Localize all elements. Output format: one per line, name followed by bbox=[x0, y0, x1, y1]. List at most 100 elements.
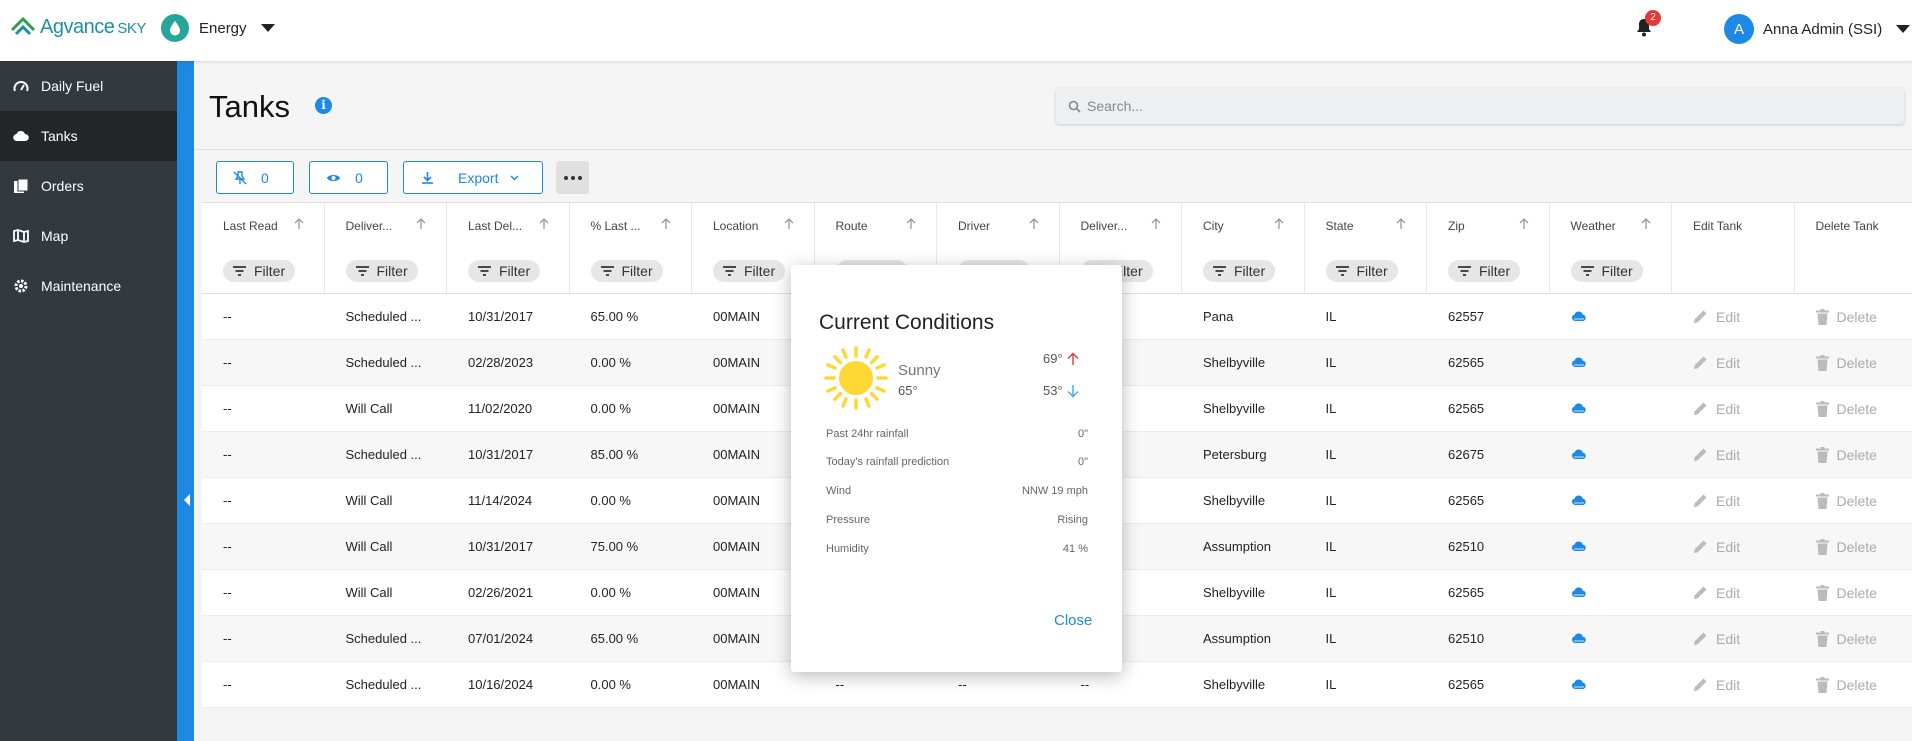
weather-cloud-icon[interactable] bbox=[1571, 633, 1587, 644]
edit-label: Edit bbox=[1716, 676, 1741, 693]
cell-delivery: Scheduled ... bbox=[345, 631, 422, 646]
weather-cloud-icon[interactable] bbox=[1571, 403, 1587, 414]
cell-last-del: 07/01/2024 bbox=[468, 631, 534, 646]
sort-arrow-icon[interactable] bbox=[1641, 218, 1651, 230]
sidebar-item-maintenance[interactable]: Maintenance bbox=[0, 261, 177, 311]
edit-button[interactable]: Edit bbox=[1693, 309, 1740, 325]
more-options-button[interactable] bbox=[556, 161, 589, 194]
filter-button[interactable]: Filter bbox=[1325, 259, 1398, 282]
edit-button[interactable]: Edit bbox=[1693, 401, 1740, 417]
search-box[interactable] bbox=[1056, 88, 1904, 124]
column-header[interactable]: City bbox=[1182, 203, 1305, 248]
sort-arrow-icon[interactable] bbox=[906, 218, 916, 230]
filter-button[interactable]: Filter bbox=[1203, 259, 1276, 282]
app-switcher[interactable]: Energy bbox=[161, 14, 275, 42]
pinned-columns-button[interactable]: 0 bbox=[216, 161, 294, 194]
cell-edit: Edit bbox=[1672, 616, 1795, 661]
column-header[interactable]: Location bbox=[692, 203, 815, 248]
weather-cloud-icon[interactable] bbox=[1571, 679, 1587, 690]
column-header[interactable]: State bbox=[1305, 203, 1427, 248]
sidebar-item-tanks[interactable]: Tanks bbox=[0, 111, 177, 161]
sidebar-item-orders[interactable]: Orders bbox=[0, 161, 177, 211]
delete-button[interactable]: Delete bbox=[1815, 676, 1877, 693]
edit-button[interactable]: Edit bbox=[1693, 355, 1740, 371]
column-header[interactable]: Route bbox=[815, 203, 937, 248]
filter-label: Filter bbox=[254, 262, 286, 279]
column-header[interactable]: Edit Tank bbox=[1672, 203, 1795, 248]
pencil-icon bbox=[1694, 310, 1707, 323]
delete-label: Delete bbox=[1836, 446, 1877, 463]
filter-button[interactable]: Filter bbox=[468, 259, 541, 282]
weather-cloud-icon[interactable] bbox=[1571, 357, 1587, 368]
column-header[interactable]: Deliver... bbox=[325, 203, 447, 248]
filter-button[interactable]: Filter bbox=[713, 259, 786, 282]
delete-button[interactable]: Delete bbox=[1815, 446, 1877, 463]
filter-button[interactable]: Filter bbox=[1570, 259, 1643, 282]
column-header[interactable]: Driver bbox=[937, 203, 1060, 248]
column-header-label: Location bbox=[713, 218, 759, 233]
column-filter-cell: Filter bbox=[1550, 248, 1672, 293]
edit-button[interactable]: Edit bbox=[1693, 539, 1740, 555]
export-button[interactable]: Export bbox=[403, 161, 543, 194]
cell-delete: Delete bbox=[1795, 386, 1912, 431]
filter-icon bbox=[355, 265, 369, 276]
cell-pct: 85.00 % bbox=[590, 447, 639, 462]
column-header[interactable]: Weather bbox=[1550, 203, 1672, 248]
cell-zip: 62565 bbox=[1448, 401, 1485, 416]
user-menu[interactable]: A Anna Admin (SSI) bbox=[1724, 14, 1911, 44]
column-header[interactable]: Last Read bbox=[202, 203, 325, 248]
sidebar-collapse-rail[interactable] bbox=[177, 61, 194, 741]
visible-columns-button[interactable]: 0 bbox=[309, 161, 388, 194]
edit-button[interactable]: Edit bbox=[1693, 585, 1740, 601]
cell-edit: Edit bbox=[1672, 524, 1795, 569]
cell-state: IL bbox=[1325, 631, 1337, 646]
edit-button[interactable]: Edit bbox=[1693, 493, 1740, 509]
column-header[interactable]: Zip bbox=[1427, 203, 1550, 248]
sort-arrow-icon[interactable] bbox=[784, 218, 794, 230]
cell-delivery: Will Call bbox=[345, 401, 393, 416]
column-header[interactable]: Delete Tank bbox=[1795, 203, 1912, 248]
brand-logo[interactable]: Agvance SKY bbox=[10, 14, 146, 40]
sort-arrow-icon[interactable] bbox=[1274, 218, 1284, 230]
delete-button[interactable]: Delete bbox=[1815, 538, 1877, 555]
edit-button[interactable]: Edit bbox=[1693, 677, 1740, 693]
column-header[interactable]: % Last ... bbox=[570, 203, 692, 248]
weather-cloud-icon[interactable] bbox=[1571, 541, 1587, 552]
edit-button[interactable]: Edit bbox=[1693, 447, 1740, 463]
sidebar-item-daily-fuel[interactable]: Daily Fuel bbox=[0, 61, 177, 111]
delete-button[interactable]: Delete bbox=[1815, 492, 1877, 509]
sort-arrow-icon[interactable] bbox=[1519, 218, 1529, 230]
filter-button[interactable]: Filter bbox=[345, 259, 418, 282]
weather-cloud-icon[interactable] bbox=[1571, 449, 1587, 460]
close-button[interactable]: Close bbox=[1054, 612, 1092, 629]
delete-button[interactable]: Delete bbox=[1815, 584, 1877, 601]
filter-button[interactable]: Filter bbox=[1448, 259, 1521, 282]
sort-arrow-icon[interactable] bbox=[294, 218, 304, 230]
sort-arrow-icon[interactable] bbox=[416, 218, 426, 230]
search-input[interactable] bbox=[1087, 98, 1867, 114]
info-icon[interactable]: i bbox=[315, 97, 332, 114]
filter-icon bbox=[478, 265, 491, 276]
filter-button[interactable]: Filter bbox=[223, 259, 296, 282]
sort-arrow-icon[interactable] bbox=[1029, 218, 1039, 230]
sort-arrow-icon[interactable] bbox=[1151, 218, 1161, 230]
weather-cloud-icon[interactable] bbox=[1571, 311, 1587, 322]
sidebar-item-map[interactable]: Map bbox=[0, 211, 177, 261]
sort-arrow-icon[interactable] bbox=[539, 218, 549, 230]
sort-arrow-icon[interactable] bbox=[661, 218, 671, 230]
delete-button[interactable]: Delete bbox=[1815, 308, 1877, 325]
weather-cloud-icon[interactable] bbox=[1571, 587, 1587, 598]
filter-button[interactable]: Filter bbox=[590, 259, 663, 282]
column-header[interactable]: Deliver... bbox=[1060, 203, 1182, 248]
sort-arrow-icon[interactable] bbox=[1396, 218, 1406, 230]
delete-button[interactable]: Delete bbox=[1815, 400, 1877, 417]
delete-button[interactable]: Delete bbox=[1815, 630, 1877, 647]
delete-button[interactable]: Delete bbox=[1815, 354, 1877, 371]
collapse-arrow-icon[interactable] bbox=[184, 494, 190, 506]
pin-off-icon bbox=[233, 170, 247, 184]
weather-cloud-icon[interactable] bbox=[1571, 495, 1587, 506]
edit-button[interactable]: Edit bbox=[1693, 631, 1740, 647]
more-horizontal-icon bbox=[563, 175, 582, 180]
column-header[interactable]: Last Del... bbox=[447, 203, 570, 248]
cell-edit: Edit bbox=[1672, 294, 1795, 339]
